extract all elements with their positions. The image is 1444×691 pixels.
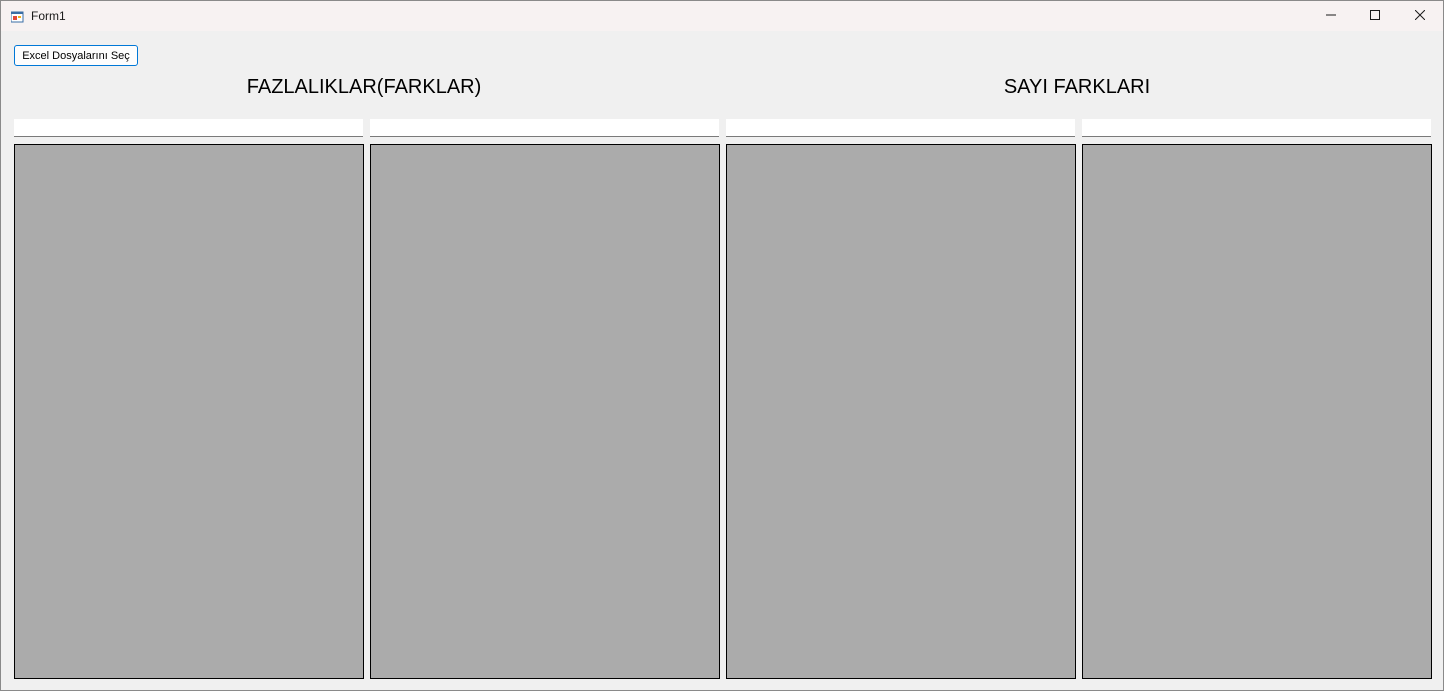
file-path-input-2[interactable] bbox=[370, 119, 719, 137]
file-path-input-1[interactable] bbox=[14, 119, 363, 137]
differences-title: FAZLALIKLAR(FARKLAR) bbox=[246, 76, 482, 98]
maximize-button[interactable] bbox=[1352, 1, 1398, 31]
minimize-icon bbox=[1326, 7, 1336, 25]
file-path-input-3[interactable] bbox=[726, 119, 1075, 137]
data-grid-1[interactable] bbox=[14, 144, 364, 679]
title-bar[interactable]: Form1 bbox=[1, 1, 1443, 31]
close-button[interactable] bbox=[1397, 1, 1443, 31]
data-grid-3[interactable] bbox=[726, 144, 1076, 679]
number-differences-title: SAYI FARKLARI bbox=[1003, 76, 1151, 98]
data-grid-2[interactable] bbox=[370, 144, 720, 679]
window-title: Form1 bbox=[31, 9, 66, 23]
maximize-icon bbox=[1370, 7, 1380, 25]
file-path-input-4[interactable] bbox=[1082, 119, 1431, 137]
data-grid-4[interactable] bbox=[1082, 144, 1432, 679]
form-app-icon bbox=[10, 10, 24, 23]
select-excel-files-button[interactable]: Excel Dosyalarını Seç bbox=[14, 45, 138, 66]
application-window: Form1 Excel Dosyalarını Seç FAZLALIKLAR(… bbox=[0, 0, 1444, 691]
form-client-area: Excel Dosyalarını Seç FAZLALIKLAR(FARKLA… bbox=[1, 31, 1443, 690]
minimize-button[interactable] bbox=[1308, 1, 1354, 31]
close-icon bbox=[1414, 7, 1426, 25]
